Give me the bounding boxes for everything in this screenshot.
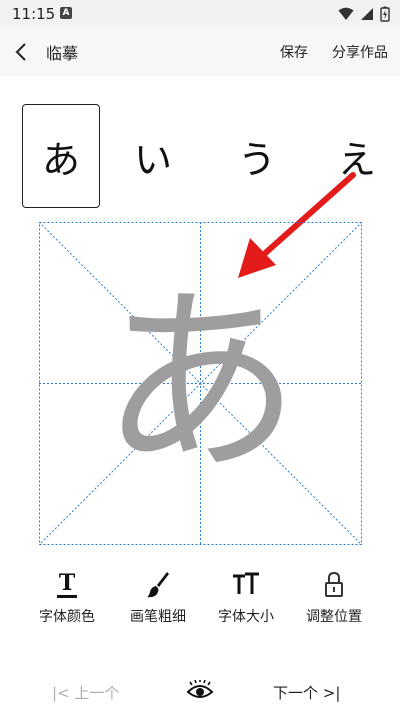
prev-label: 上一个 xyxy=(74,684,120,702)
brush-width-label: 画笔粗细 xyxy=(130,609,186,625)
font-color-button[interactable]: T 字体颜色 xyxy=(19,568,115,638)
font-size-button[interactable]: 字体大小 xyxy=(198,568,294,638)
tool-bar: T 字体颜色 画笔粗细 字体大小 调整位置 xyxy=(0,568,400,638)
next-icon: >| xyxy=(322,684,341,702)
lock-icon xyxy=(325,571,343,597)
trace-character: あ xyxy=(100,266,301,500)
text-color-icon: T xyxy=(57,570,77,598)
eye-icon[interactable] xyxy=(186,680,214,702)
bottom-nav: |< 上一个 下一个 >| xyxy=(0,672,400,711)
svg-text:T: T xyxy=(59,570,76,596)
brush-icon xyxy=(147,572,169,598)
font-color-label: 字体颜色 xyxy=(39,609,95,625)
prev-button[interactable]: |< 上一个 xyxy=(52,682,119,703)
adjust-position-label: 调整位置 xyxy=(306,609,362,625)
writing-grid[interactable]: あ xyxy=(39,222,362,545)
prev-icon: |< xyxy=(52,684,70,702)
brush-width-button[interactable]: 画笔粗细 xyxy=(110,568,206,638)
next-button[interactable]: 下一个 >| xyxy=(273,682,340,703)
adjust-position-button[interactable]: 调整位置 xyxy=(286,568,382,638)
font-size-label: 字体大小 xyxy=(218,609,274,625)
next-label: 下一个 xyxy=(273,684,319,702)
font-size-icon xyxy=(233,572,259,594)
